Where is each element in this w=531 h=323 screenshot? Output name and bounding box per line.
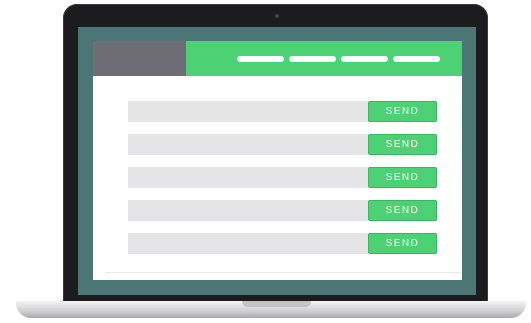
nav-item-2[interactable] — [289, 56, 336, 62]
send-button[interactable]: SEND — [368, 134, 437, 155]
message-input[interactable] — [128, 233, 368, 254]
message-input[interactable] — [128, 200, 368, 221]
nav-item-1[interactable] — [237, 56, 284, 62]
send-button[interactable]: SEND — [368, 167, 437, 188]
app-header — [186, 41, 462, 76]
send-button[interactable]: SEND — [368, 233, 437, 254]
app-window: SEND SEND SEND SEND SEND — [93, 41, 462, 280]
message-input[interactable] — [128, 134, 368, 155]
camera-icon — [275, 14, 279, 18]
message-input[interactable] — [128, 101, 368, 122]
form-row: SEND — [128, 134, 437, 155]
nav-item-3[interactable] — [341, 56, 388, 62]
app-logo — [93, 41, 186, 76]
form-row: SEND — [128, 167, 437, 188]
send-button[interactable]: SEND — [368, 101, 437, 122]
form-row: SEND — [128, 200, 437, 221]
message-input[interactable] — [128, 167, 368, 188]
form-row: SEND — [128, 233, 437, 254]
form-row: SEND — [128, 101, 437, 122]
send-button[interactable]: SEND — [368, 200, 437, 221]
laptop-base-notch — [242, 301, 311, 307]
footer-divider — [105, 272, 462, 273]
nav-item-4[interactable] — [393, 56, 440, 62]
